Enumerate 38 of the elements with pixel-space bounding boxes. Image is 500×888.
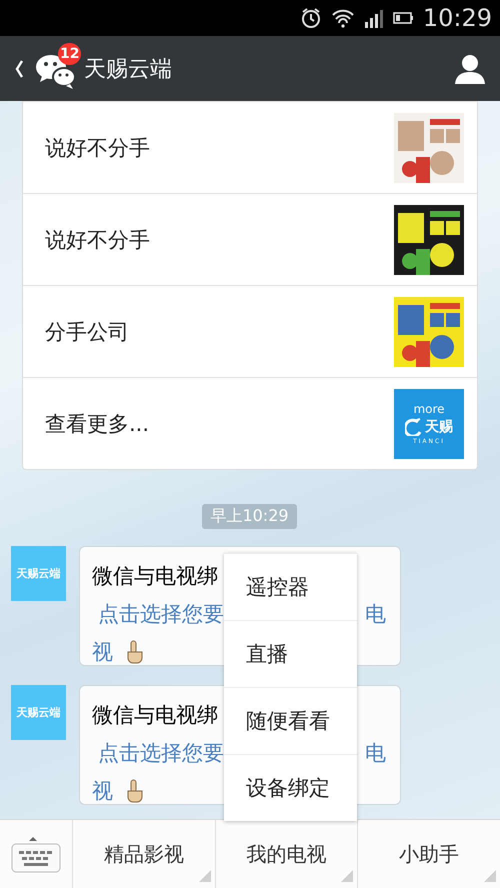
avatar: 天赐云端 [11, 546, 66, 601]
menu-item[interactable]: 遥控器 [224, 553, 357, 620]
corner-icon [341, 870, 354, 882]
chat-title: 天赐云端 [84, 56, 173, 84]
pointing-hand-icon [125, 640, 145, 664]
wifi-icon [330, 7, 355, 29]
swirl-icon [405, 418, 423, 436]
message-link[interactable]: 视 [92, 772, 113, 810]
menu-tab[interactable]: 我的电视 [216, 820, 358, 888]
movie-row[interactable]: 分手公司 [23, 285, 477, 377]
message-link[interactable]: 电 [365, 734, 386, 772]
signal-icon [364, 8, 384, 28]
timestamp: 早上10:29 [202, 504, 297, 529]
movie-row[interactable]: 说好不分手 [23, 101, 477, 193]
alarm-icon [300, 7, 322, 29]
profile-icon[interactable] [454, 52, 486, 84]
battery-icon [392, 10, 414, 26]
avatar: 天赐云端 [11, 685, 66, 740]
menu-tab[interactable]: 小助手 [358, 820, 500, 888]
unread-badge: 12 [58, 42, 82, 64]
corner-icon [198, 870, 211, 882]
message-link[interactable]: 视 [92, 633, 113, 671]
message-link[interactable]: 电 [365, 595, 386, 633]
back-icon[interactable] [14, 58, 24, 78]
keyboard-icon[interactable] [11, 835, 61, 873]
message-text: 微信与电视绑 [92, 563, 218, 590]
menu-item[interactable]: 直播 [224, 620, 357, 687]
corner-icon [484, 870, 496, 882]
brand-name: 天赐 [425, 418, 453, 436]
message-link[interactable]: 点击选择您要 [98, 734, 224, 772]
message-text: 微信与电视绑 [92, 702, 218, 729]
menu-tab[interactable]: 精品影视 [73, 820, 216, 888]
message-link[interactable]: 点击选择您要 [98, 595, 224, 633]
more-label: more [413, 402, 445, 416]
pointing-hand-icon [125, 779, 145, 803]
movie-row[interactable]: 说好不分手 [23, 193, 477, 285]
menu-item[interactable]: 随便看看 [224, 687, 357, 754]
clock-time: 10:29 [422, 4, 492, 32]
